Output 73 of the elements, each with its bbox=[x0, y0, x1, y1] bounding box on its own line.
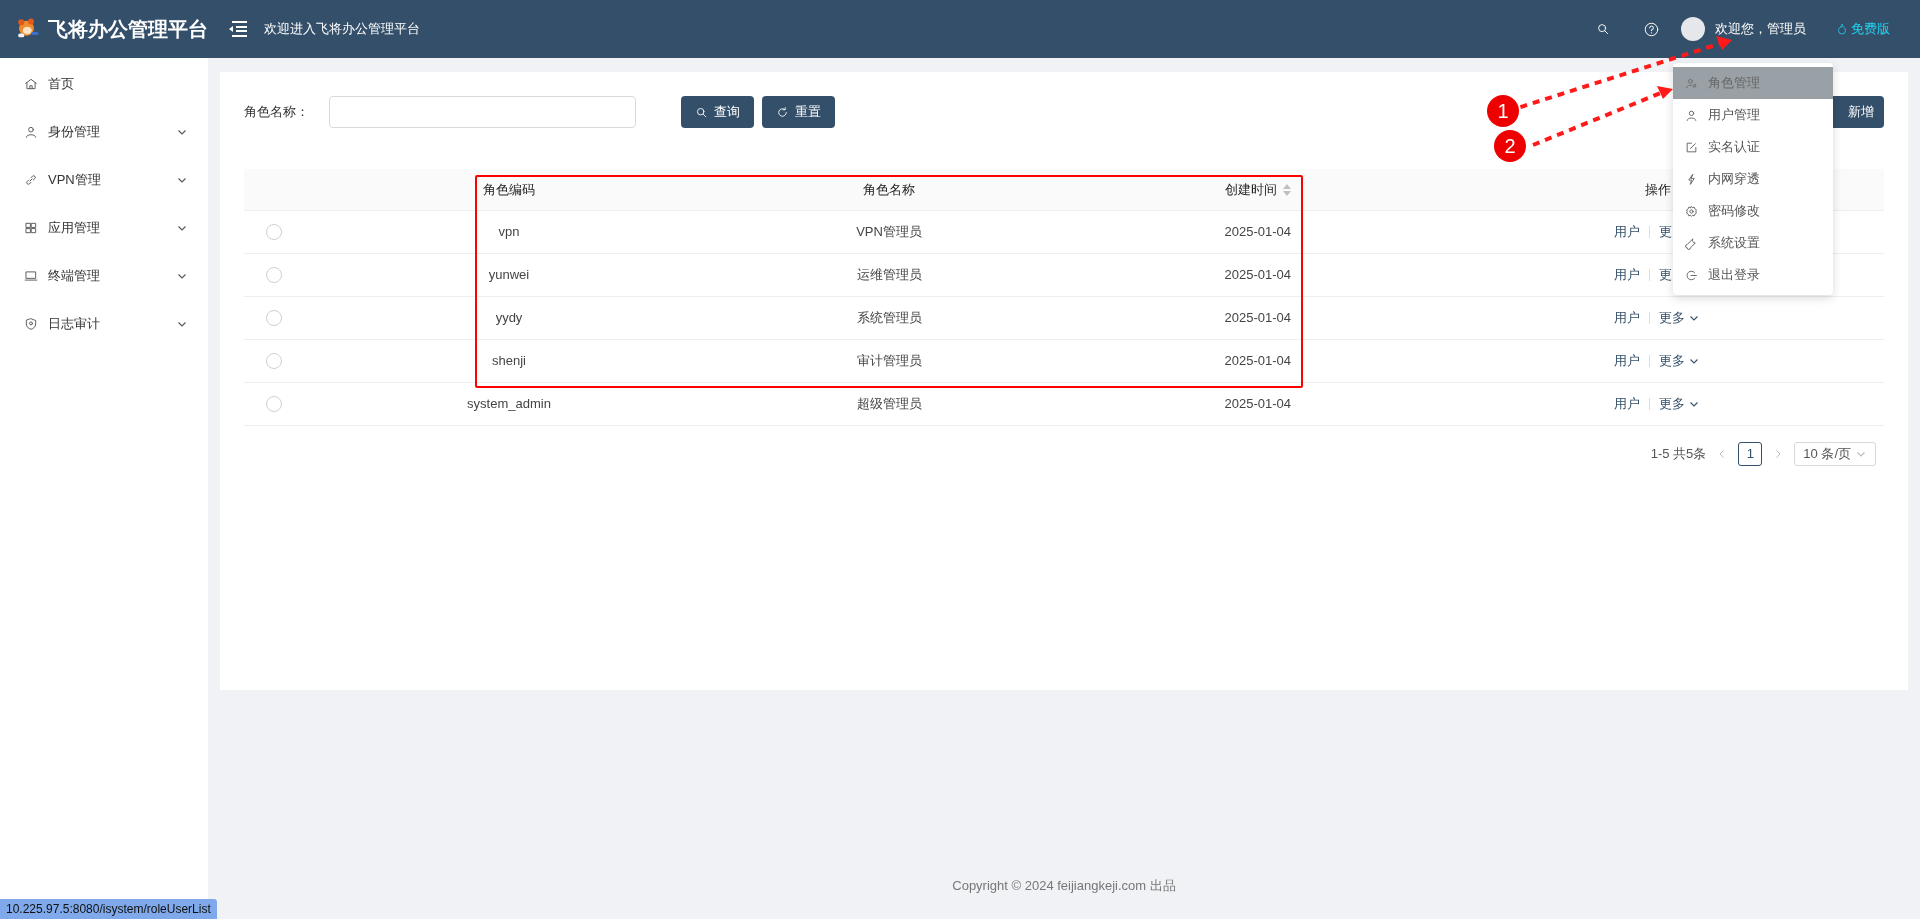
user-link[interactable]: 用户 bbox=[1614, 308, 1640, 328]
menu-item[interactable]: 密码修改 bbox=[1673, 195, 1833, 227]
sidebar-item[interactable]: 应用管理 bbox=[0, 204, 208, 252]
column-header: 操作 bbox=[1645, 180, 1671, 199]
field-label: 角色名称： bbox=[244, 103, 310, 122]
sidebar-item[interactable]: 日志审计 bbox=[0, 300, 208, 348]
menu-item[interactable]: 实名认证 bbox=[1673, 131, 1833, 163]
edition-link[interactable]: 免费版 bbox=[1836, 19, 1890, 39]
users-icon bbox=[1685, 76, 1698, 90]
column-header: 创建时间 bbox=[1225, 180, 1277, 199]
table-cell: 2025-01-04 bbox=[1224, 224, 1291, 240]
search-icon[interactable] bbox=[1596, 22, 1610, 36]
welcome-text: 欢迎进入飞将办公管理平台 bbox=[264, 20, 420, 39]
column-header: 角色编码 bbox=[483, 180, 535, 199]
table-cell: 2025-01-04 bbox=[1224, 396, 1291, 412]
more-link[interactable]: 更 bbox=[1659, 222, 1672, 242]
input-field[interactable] bbox=[329, 96, 636, 128]
total-count: 1-5 共5条 bbox=[1650, 445, 1707, 464]
menu-item[interactable]: 用户管理 bbox=[1673, 99, 1833, 131]
settings-icon bbox=[1685, 204, 1698, 218]
search-button[interactable]: 查询 bbox=[681, 96, 754, 128]
table-cell: 2025-01-04 bbox=[1224, 267, 1291, 283]
table-cell: 运维管理员 bbox=[856, 267, 922, 283]
sidebar-item[interactable]: 终端管理 bbox=[0, 252, 208, 300]
refresh-icon bbox=[776, 105, 789, 119]
status-bar-url: 10.225.97.5:8080/isystem/roleUserList bbox=[0, 899, 217, 919]
more-link[interactable]: 更多 bbox=[1659, 394, 1700, 414]
user-greeting[interactable]: 欢迎您，管理员 bbox=[1715, 19, 1806, 39]
table-cell: 超级管理员 bbox=[856, 396, 922, 412]
user-link[interactable]: 用户 bbox=[1614, 351, 1640, 371]
user-link[interactable]: 用户 bbox=[1614, 222, 1640, 242]
search-icon bbox=[695, 105, 708, 119]
edit-icon bbox=[1685, 140, 1698, 154]
laptop-icon bbox=[24, 269, 38, 283]
table-cell: 2025-01-04 bbox=[1224, 310, 1291, 326]
table-cell: 审计管理员 bbox=[856, 353, 922, 369]
more-link[interactable]: 更多 bbox=[1659, 308, 1700, 328]
menu-item[interactable]: 系统设置 bbox=[1673, 227, 1833, 259]
copyright-text: Copyright © 2024 feijiangkeji.com 出品 bbox=[952, 876, 1176, 895]
logout-icon bbox=[1685, 268, 1698, 282]
avatar[interactable] bbox=[1681, 17, 1705, 41]
more-link[interactable]: 更多 bbox=[1659, 351, 1700, 371]
menu-item[interactable]: 退出登录 bbox=[1673, 259, 1833, 291]
table-cell: 2025-01-04 bbox=[1224, 353, 1291, 369]
lightning-icon bbox=[1685, 172, 1698, 186]
column-header: 角色名称 bbox=[863, 180, 915, 199]
home-icon bbox=[24, 77, 38, 91]
more-link[interactable]: 更 bbox=[1659, 265, 1672, 285]
sidebar-item[interactable]: 身份管理 bbox=[0, 108, 208, 156]
table-cell: system_admin bbox=[467, 396, 551, 412]
link-icon bbox=[24, 173, 38, 187]
sort-icon[interactable] bbox=[1283, 183, 1291, 196]
page-button[interactable]: 1 bbox=[1738, 442, 1763, 466]
page-size-select[interactable]: 10 条/页 bbox=[1794, 442, 1876, 466]
table-cell: shenji bbox=[492, 353, 526, 369]
user-icon bbox=[1685, 108, 1698, 122]
reset-button[interactable]: 重置 bbox=[762, 96, 835, 128]
table-cell: vpn bbox=[498, 224, 520, 240]
table-cell: 系统管理员 bbox=[856, 310, 922, 326]
app-title: 飞将办公管理平台 bbox=[48, 17, 208, 42]
grid-icon bbox=[24, 221, 38, 235]
sidebar-item[interactable]: VPN管理 bbox=[0, 156, 208, 204]
user-icon bbox=[24, 125, 38, 139]
table-cell: yydy bbox=[495, 310, 523, 326]
user-link[interactable]: 用户 bbox=[1614, 394, 1640, 414]
sidebar-item[interactable]: 首页 bbox=[0, 60, 208, 108]
shield-icon bbox=[24, 317, 38, 331]
user-link[interactable]: 用户 bbox=[1614, 265, 1640, 285]
flame-icon bbox=[1836, 23, 1848, 35]
help-icon[interactable] bbox=[1644, 21, 1659, 37]
table-cell: yunwei bbox=[488, 267, 530, 283]
table-cell: VPN管理员 bbox=[856, 224, 922, 240]
menu-item[interactable]: 内网穿透 bbox=[1673, 163, 1833, 195]
